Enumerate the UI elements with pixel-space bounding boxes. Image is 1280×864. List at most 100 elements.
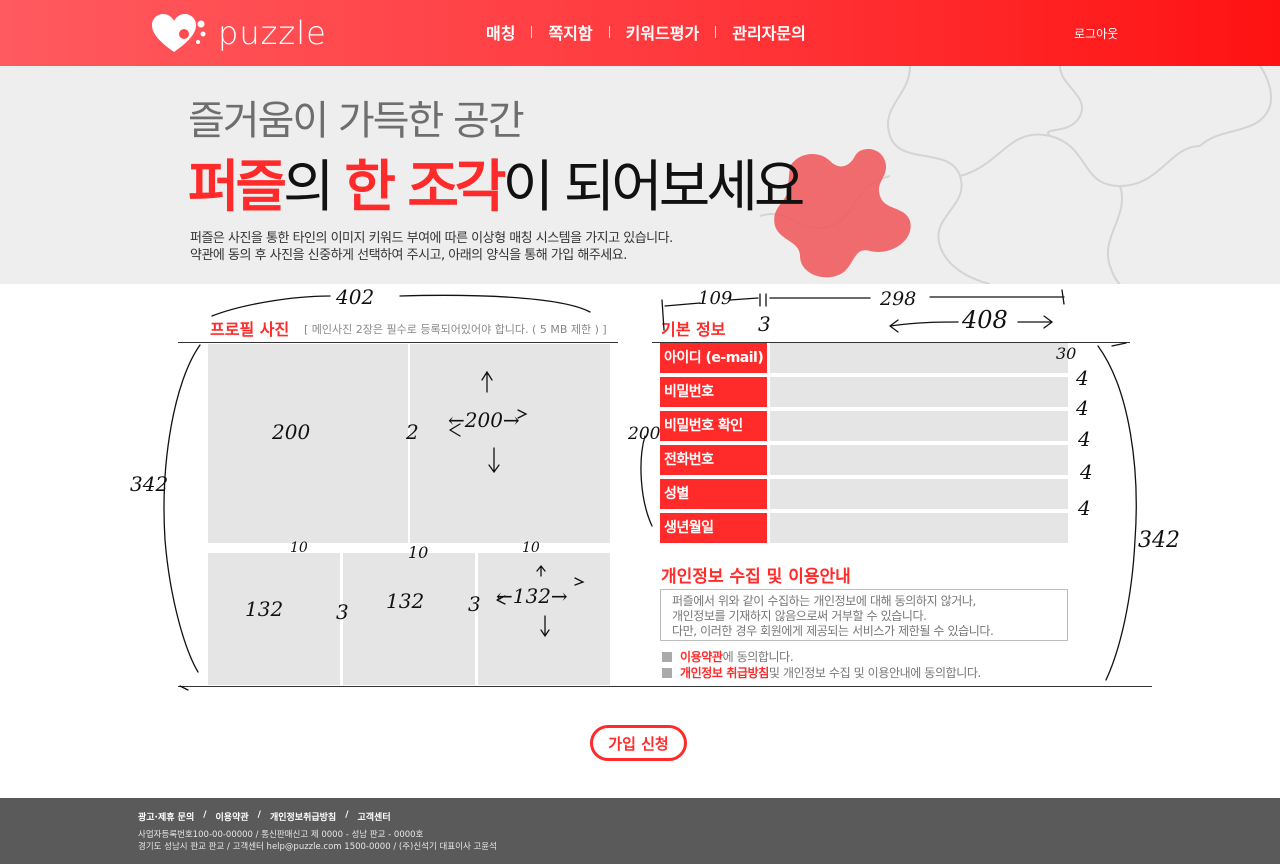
annotation-gap-10: 10 <box>522 540 540 556</box>
annotation-size-200: 200 <box>272 420 311 444</box>
footer-separator: / <box>257 810 261 820</box>
agree-privacy-row: 개인정보 취급방침 및 개인정보 수집 및 이용안내에 동의합니다. <box>662 664 981 681</box>
phone-field[interactable] <box>770 445 1068 475</box>
hero-highlight-piece: 한 조각 <box>344 155 506 220</box>
hero-highlight-puzzle: 퍼즐 <box>188 155 287 220</box>
privacy-line: 퍼즐에서 위와 같이 수집하는 개인정보에 대해 동의하지 않거나, <box>672 594 976 608</box>
annotation-width-298: 298 <box>880 288 917 310</box>
agree-terms-text: 에 동의합니다. <box>722 650 794 664</box>
hero-banner: 즐거움이 가득한 공간 퍼즐의 한 조각이 되어보세요 퍼즐은 사진을 통한 타… <box>0 66 1280 284</box>
nav-divider <box>531 26 533 38</box>
footer-link-support[interactable]: 고객센터 <box>358 810 391 823</box>
puzzle-pieces-illustration <box>760 66 1273 284</box>
basic-info-title: 기본 정보 <box>661 320 726 339</box>
annotation-gap-3: 3 <box>336 600 349 624</box>
email-input[interactable] <box>770 343 1068 373</box>
annotation-gap-10: 10 <box>290 540 308 556</box>
profile-photo-subtitle: [ 메인사진 2장은 필수로 등록되어있어야 합니다. ( 5 MB 제한 ) … <box>304 323 607 336</box>
annotation-height-342-right: 342 <box>1138 528 1180 553</box>
bottom-divider <box>178 686 1152 687</box>
birthdate-input[interactable] <box>770 513 1068 543</box>
annotation-gap-3: 3 <box>468 592 481 616</box>
annotation-size-132-arrow: ←132→ <box>496 584 568 608</box>
password-confirm-field[interactable] <box>770 411 1068 441</box>
annotation-gap-3: 3 <box>758 312 771 336</box>
nav-keyword-rating[interactable]: 키워드평가 <box>626 20 700 44</box>
label-password: 비밀번호 <box>660 377 767 407</box>
footer-link-terms[interactable]: 이용약관 <box>216 810 249 823</box>
label-birthdate: 생년월일 <box>660 513 767 543</box>
footer-separator: / <box>345 810 349 820</box>
gender-input[interactable] <box>770 479 1068 509</box>
hero-desc-line: 퍼즐은 사진을 통한 타인의 이미지 키워드 부여에 따른 이상형 매칭 시스템… <box>190 231 673 246</box>
hero-description: 퍼즐은 사진을 통한 타인의 이미지 키워드 부여에 따른 이상형 매칭 시스템… <box>190 230 673 264</box>
footer-separator: / <box>203 810 207 820</box>
hero-headline-2: 퍼즐의 한 조각이 되어보세요 <box>188 142 805 223</box>
privacy-policy-link[interactable]: 개인정보 취급방침 <box>680 664 769 681</box>
label-phone: 전화번호 <box>660 445 767 475</box>
footer-link-ad[interactable]: 광고·제휴 문의 <box>138 810 194 823</box>
footer-links: 광고·제휴 문의 / 이용약관 / 개인정보취급방침 / 고객센터 <box>138 810 391 823</box>
annotation-size-200-arrow: ←200→ <box>448 408 520 432</box>
annotation-width-402: 402 <box>336 285 375 309</box>
main-photo-slot-2[interactable] <box>410 344 610 543</box>
annotation-width-408: 408 <box>962 306 1008 334</box>
annotation-width-109: 109 <box>698 288 733 309</box>
annotation-gap-10: 10 <box>408 543 429 562</box>
footer-business-info: 사업자등록번호100-00-00000 / 통신판매신고 제 0000 - 성남… <box>138 830 424 840</box>
agree-terms-checkbox[interactable] <box>662 651 672 662</box>
site-footer: 광고·제휴 문의 / 이용약관 / 개인정보취급방침 / 고객센터 사업자등록번… <box>0 798 1280 864</box>
nav-admin-inquiry[interactable]: 관리자문의 <box>732 20 806 44</box>
hero-text: 이 되어보세요 <box>502 155 805 220</box>
label-email: 아이디 (e-mail) <box>660 343 767 373</box>
hero-text: 의 <box>283 155 345 220</box>
divider <box>178 342 618 343</box>
privacy-title: 개인정보 수집 및 이용안내 <box>661 567 851 587</box>
nav-divider <box>608 26 610 38</box>
agree-privacy-text: 및 개인정보 수집 및 이용안내에 동의합니다. <box>768 666 981 680</box>
terms-link[interactable]: 이용약관 <box>680 648 723 665</box>
annotation-height-30: 30 <box>1056 344 1077 363</box>
annotation-gap-4: 4 <box>1076 366 1089 390</box>
main-nav: 매칭 쪽지함 키워드평가 관리자문의 <box>486 20 806 44</box>
annotation-gap-4: 4 <box>1078 496 1091 520</box>
logo-text: puzzle <box>218 14 327 52</box>
password-input[interactable] <box>770 377 1068 407</box>
password-confirm-input[interactable] <box>770 411 1068 441</box>
hero-headline-1: 즐거움이 가득한 공간 <box>188 98 525 144</box>
footer-link-privacy[interactable]: 개인정보취급방침 <box>270 810 336 823</box>
label-gender: 성별 <box>660 479 767 509</box>
phone-input[interactable] <box>770 445 1068 475</box>
password-field[interactable] <box>770 377 1068 407</box>
sub-photo-slot-3[interactable] <box>478 553 610 685</box>
annotation-height-200: 200 <box>628 424 661 444</box>
annotation-gap-4: 4 <box>1076 396 1089 420</box>
nav-messages[interactable]: 쪽지함 <box>548 20 592 44</box>
logo[interactable]: puzzle <box>150 12 327 54</box>
annotation-size-132: 132 <box>386 589 425 613</box>
agree-terms-row: 이용약관 에 동의합니다. <box>662 648 794 665</box>
annotation-gap-4: 4 <box>1078 427 1091 451</box>
footer-company-info: 경기도 성남시 판교 판교 / 고객센터 help@puzzle.com 150… <box>138 842 497 852</box>
privacy-line: 다만, 이러한 경우 회원에게 제공되는 서비스가 제한될 수 있습니다. <box>672 624 994 638</box>
privacy-notice-box: 퍼즐에서 위와 같이 수집하는 개인정보에 대해 동의하지 않거나, 개인정보를… <box>660 589 1068 641</box>
email-field[interactable] <box>770 343 1068 373</box>
annotation-gap-4: 4 <box>1080 460 1093 484</box>
annotation-size-132: 132 <box>245 597 284 621</box>
nav-divider <box>715 26 717 38</box>
logout-link[interactable]: 로그아웃 <box>1074 25 1118 42</box>
label-password-confirm: 비밀번호 확인 <box>660 411 767 441</box>
join-button[interactable]: 가입 신청 <box>590 725 687 761</box>
privacy-line: 개인정보를 기재하지 않음으로써 거부할 수 있습니다. <box>672 609 927 623</box>
annotation-gap-2: 2 <box>406 420 419 444</box>
birthdate-field[interactable] <box>770 513 1068 543</box>
nav-matching[interactable]: 매칭 <box>486 20 515 44</box>
annotation-height-342-left: 342 <box>130 472 169 496</box>
heart-logo-icon <box>152 14 206 52</box>
gender-field[interactable] <box>770 479 1068 509</box>
site-header: puzzle 매칭 쪽지함 키워드평가 관리자문의 로그아웃 <box>0 0 1280 66</box>
profile-photo-title: 프로필 사진 <box>210 320 290 339</box>
hero-desc-line: 약관에 동의 후 사진을 신중하게 선택하여 주시고, 아래의 양식을 통해 가… <box>190 248 627 263</box>
agree-privacy-checkbox[interactable] <box>662 667 672 678</box>
sub-photo-slot-2[interactable] <box>343 553 475 685</box>
